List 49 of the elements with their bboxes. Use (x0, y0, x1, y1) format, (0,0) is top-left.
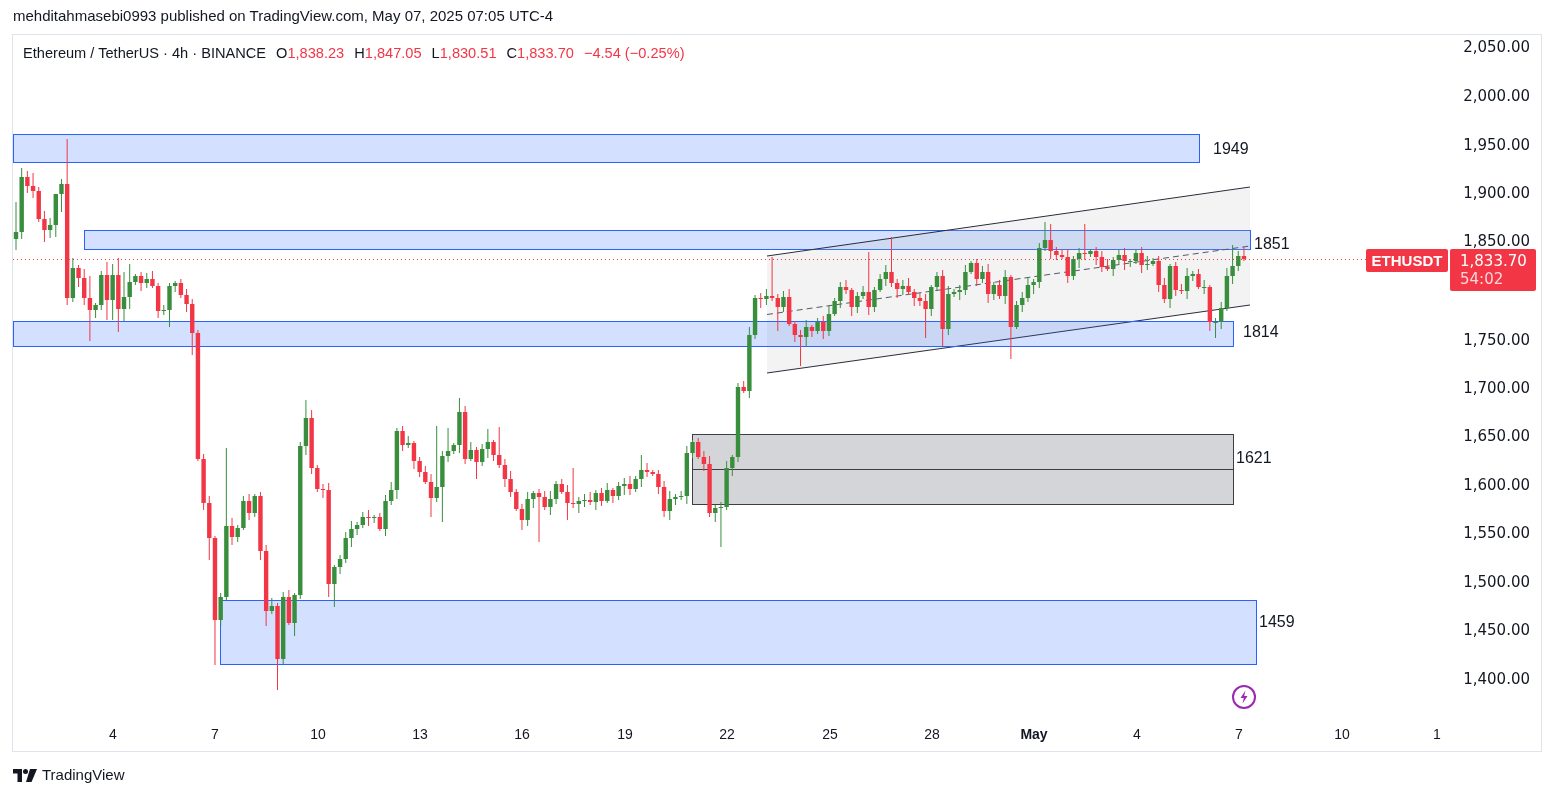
time-axis-label: May (1020, 726, 1048, 742)
ohlc-value: 1,847.05 (364, 44, 422, 64)
price-axis-label: 1,500.00 (1463, 574, 1530, 590)
ohlc-value: 1,830.51 (439, 44, 497, 64)
logo-icon (13, 768, 37, 782)
price-axis-label: 1,700.00 (1463, 380, 1530, 396)
last-price-text: 1,833.70 (1460, 252, 1528, 270)
symbol-tag: ETHUSDT (1366, 249, 1448, 272)
ohlc-label: H (354, 44, 365, 64)
price-axis-label: 1,450.00 (1463, 622, 1530, 638)
time-axis-label: 4 (1133, 726, 1141, 742)
price-axis-label: 2,000.00 (1463, 88, 1530, 104)
zone-price-label: 1459 (1259, 613, 1295, 631)
symbol-title: Ethereum / TetherUS · 4h · BINANCE (23, 44, 267, 64)
time-axis-label: 22 (719, 726, 735, 742)
price-axis-label: 1,850.00 (1463, 233, 1530, 249)
price-axis-label: 1,600.00 (1463, 477, 1530, 493)
price-axis-label: 2,050.00 (1463, 39, 1530, 55)
ohlc-label: L (431, 44, 440, 64)
time-axis-label: 16 (514, 726, 530, 742)
zone-price-label: 1621 (1236, 449, 1272, 467)
lightning-icon[interactable] (1232, 685, 1256, 709)
zone-price-label: 1851 (1254, 235, 1290, 253)
price-axis-label: 1,900.00 (1463, 185, 1530, 201)
time-axis-label: 1 (1433, 726, 1441, 742)
time-axis-label: 10 (1334, 726, 1350, 742)
price-axis-label: 1,950.00 (1463, 137, 1530, 153)
price-axis-label: 1,750.00 (1463, 332, 1530, 348)
countdown-text: 54:02 (1460, 270, 1505, 288)
time-axis-label: 7 (211, 726, 219, 742)
time-axis-label: 10 (310, 726, 326, 742)
price-axis-label: 1,400.00 (1463, 671, 1530, 687)
ohlc-label: O (276, 44, 288, 64)
time-axis-label: 4 (109, 726, 117, 742)
price-axis-label: 1,550.00 (1463, 525, 1530, 541)
zone-price-label: 1814 (1243, 323, 1279, 341)
price-change-text: −4.54 (−0.25%) (583, 44, 685, 64)
publish-info-text: mehditahmasebi0993 published on TradingView.com, May 07, 2025 07:05 UTC-4 (13, 7, 554, 25)
time-axis-label: 28 (924, 726, 940, 742)
time-axis-label: 25 (822, 726, 838, 742)
brand-name-text: TradingView (42, 766, 125, 784)
ohlc-value: 1,833.70 (517, 44, 574, 64)
time-axis-label: 13 (412, 726, 428, 742)
ohlc-label: C (506, 44, 518, 64)
time-axis-label: 7 (1235, 726, 1243, 742)
ohlc-value: 1,838.23 (287, 44, 345, 64)
zone-price-label: 1949 (1213, 140, 1249, 158)
price-axis-label: 1,650.00 (1463, 428, 1530, 444)
time-axis-label: 19 (617, 726, 633, 742)
